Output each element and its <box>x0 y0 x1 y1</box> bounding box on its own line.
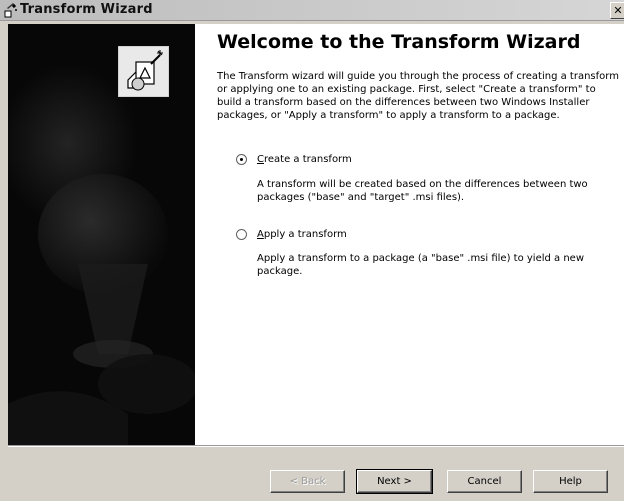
create-transform-description: A transform will be created based on the… <box>257 179 588 203</box>
wizard-wand-icon <box>3 2 19 18</box>
apply-transform-mnemonic: A <box>257 229 264 240</box>
transform-wizard-window: Transform Wizard ✕ Welcome to the Transf… <box>0 0 624 501</box>
create-transform-label[interactable]: Create a transform <box>257 154 352 165</box>
page-title: Welcome to the Transform Wizard <box>217 31 581 53</box>
apply-transform-description: Apply a transform to a package (a "base"… <box>257 253 585 277</box>
window-title: Transform Wizard <box>20 2 153 17</box>
close-icon: ✕ <box>613 4 623 17</box>
apply-transform-radio[interactable] <box>236 229 247 240</box>
transform-package-icon <box>117 45 170 98</box>
next-button[interactable]: Next > <box>356 469 433 494</box>
cancel-button[interactable]: Cancel <box>447 470 522 493</box>
close-button[interactable]: ✕ <box>610 2 624 19</box>
create-transform-label-text: reate a transform <box>263 154 352 165</box>
apply-transform-label-text: pply a transform <box>263 229 347 240</box>
help-button[interactable]: Help <box>533 470 608 493</box>
button-separator <box>8 445 624 447</box>
back-button[interactable]: < Back <box>270 470 345 493</box>
create-transform-radio[interactable] <box>236 154 247 165</box>
title-bar[interactable]: Transform Wizard ✕ <box>0 0 624 21</box>
create-transform-mnemonic: C <box>257 154 264 165</box>
apply-transform-label[interactable]: Apply a transform <box>257 229 347 240</box>
intro-text: The Transform wizard will guide you thro… <box>217 71 619 121</box>
